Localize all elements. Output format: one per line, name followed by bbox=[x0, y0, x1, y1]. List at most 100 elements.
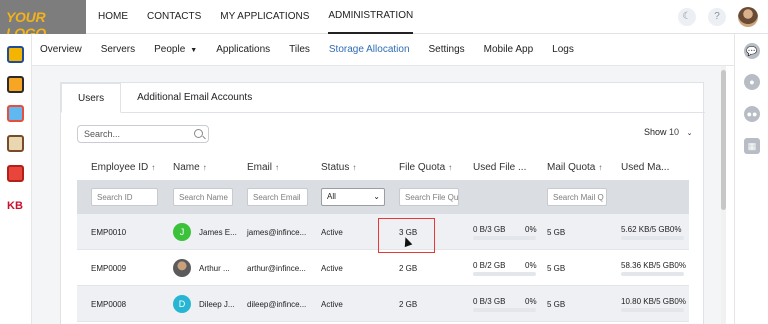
col-used-file[interactable]: Used File ... bbox=[473, 162, 526, 173]
subnav-applications[interactable]: Applications bbox=[216, 44, 270, 55]
calendar-icon[interactable]: ▦ bbox=[744, 138, 760, 154]
search-input[interactable] bbox=[77, 125, 209, 143]
page-size-value: 10 bbox=[669, 127, 680, 137]
group-icon[interactable]: ●● bbox=[744, 106, 760, 122]
cell-email: arthur@infince... bbox=[247, 264, 306, 273]
subnav-mobile-app[interactable]: Mobile App bbox=[484, 44, 533, 55]
avatar: J bbox=[173, 223, 191, 241]
table-header: Employee ID ↑ Name ↑ Email ↑ Status ↑ File Q… bbox=[77, 154, 689, 180]
avatar[interactable] bbox=[738, 7, 758, 27]
sub-nav: Overview Servers People ▼ Applications Ti… bbox=[32, 34, 734, 66]
top-bar: YOUR LOGO HOME CONTACTS MY APPLICATIONS … bbox=[0, 0, 768, 41]
users-panel: Users Additional Email Accounts Show 10 … bbox=[60, 82, 705, 324]
kb-app-icon[interactable]: KB bbox=[7, 200, 23, 212]
show-label: Show bbox=[644, 127, 667, 137]
col-mail-quota[interactable]: Mail Quota ↑ bbox=[547, 162, 602, 173]
page-size-select[interactable]: Show 10 ⌄ bbox=[644, 127, 692, 137]
nav-home[interactable]: HOME bbox=[98, 0, 128, 34]
chevron-down-icon: ⌄ bbox=[373, 192, 380, 201]
cell-name[interactable]: Arthur ... bbox=[199, 264, 230, 273]
cell-employee-id: EMP0009 bbox=[91, 264, 127, 273]
filter-row: All ⌄ bbox=[77, 180, 689, 214]
cell-used-file-pct: 0% bbox=[525, 225, 537, 234]
cell-status: Active bbox=[321, 300, 343, 309]
nav-contacts[interactable]: CONTACTS bbox=[147, 0, 201, 34]
filter-name[interactable] bbox=[173, 188, 233, 206]
cell-name[interactable]: Dileep J... bbox=[199, 300, 235, 309]
logo[interactable]: YOUR LOGO bbox=[0, 0, 86, 41]
col-label: File Quota bbox=[399, 162, 446, 173]
sort-icon: ↑ bbox=[151, 163, 156, 172]
col-label: Status bbox=[321, 162, 350, 173]
scrollbar[interactable] bbox=[721, 66, 726, 324]
table-row[interactable]: EMP0008 D Dileep J... dileep@infince... … bbox=[77, 286, 689, 322]
cell-employee-id: EMP0010 bbox=[91, 228, 127, 237]
cell-used-mail: 10.80 KB/5 GB0% bbox=[621, 297, 686, 306]
filter-email[interactable] bbox=[247, 188, 308, 206]
scrollbar-thumb[interactable] bbox=[721, 70, 726, 210]
col-email[interactable]: Email ↑ bbox=[247, 162, 279, 173]
subnav-settings[interactable]: Settings bbox=[429, 44, 465, 55]
moon-icon[interactable]: ☾ bbox=[678, 8, 696, 26]
sort-icon: ↑ bbox=[202, 163, 207, 172]
used-mail-progress-bar bbox=[621, 236, 684, 240]
content-area: Users Additional Email Accounts Show 10 … bbox=[32, 66, 721, 324]
col-label: Email bbox=[247, 162, 273, 173]
subnav-logs[interactable]: Logs bbox=[552, 44, 574, 55]
col-file-quota[interactable]: File Quota ↑ bbox=[399, 162, 452, 173]
tab-additional-email-accounts[interactable]: Additional Email Accounts bbox=[121, 83, 268, 113]
folder-app-icon[interactable] bbox=[7, 76, 24, 93]
col-used-mail[interactable]: Used Ma... bbox=[621, 162, 669, 173]
gallery-app-icon[interactable] bbox=[7, 165, 24, 182]
cell-status: Active bbox=[321, 228, 343, 237]
filter-status-value: All bbox=[327, 192, 336, 201]
cell-used-file-pct: 0% bbox=[525, 261, 537, 270]
chevron-down-icon: ▼ bbox=[190, 47, 198, 54]
notes-app-icon[interactable] bbox=[7, 46, 24, 63]
cell-name[interactable]: James E... bbox=[199, 228, 237, 237]
col-name[interactable]: Name ↑ bbox=[173, 162, 207, 173]
filter-file-quota[interactable] bbox=[399, 188, 459, 206]
nav-my-applications[interactable]: MY APPLICATIONS bbox=[220, 0, 309, 34]
sort-icon: ↑ bbox=[448, 163, 453, 172]
filter-status-select[interactable]: All ⌄ bbox=[321, 188, 385, 206]
subnav-people[interactable]: People ▼ bbox=[154, 44, 197, 55]
help-icon[interactable]: ? bbox=[708, 8, 726, 26]
cell-file-quota[interactable]: 2 GB bbox=[399, 264, 417, 273]
subnav-overview[interactable]: Overview bbox=[40, 44, 82, 55]
left-rail: KB bbox=[0, 34, 32, 324]
cell-used-file: 0 B/3 GB bbox=[473, 297, 506, 306]
right-rail: 💬 ● ●● ▦ bbox=[734, 34, 768, 324]
user-icon[interactable]: ● bbox=[744, 74, 760, 90]
subnav-storage-allocation[interactable]: Storage Allocation bbox=[329, 44, 410, 55]
sort-icon: ↑ bbox=[275, 163, 280, 172]
sort-icon: ↑ bbox=[352, 163, 357, 172]
calendar-app-icon[interactable] bbox=[7, 105, 24, 122]
filter-mail-quota[interactable] bbox=[547, 188, 607, 206]
table-row[interactable]: EMP0009 Arthur ... arthur@infince... Act… bbox=[77, 250, 689, 286]
search-icon[interactable] bbox=[194, 129, 203, 138]
tasks-app-icon[interactable] bbox=[7, 135, 24, 152]
cell-email: dileep@infince... bbox=[247, 300, 307, 309]
col-label: Mail Quota bbox=[547, 162, 596, 173]
used-file-progress-bar bbox=[473, 272, 536, 276]
subnav-people-label: People bbox=[154, 44, 186, 55]
cell-used-mail: 5.62 KB/5 GB0% bbox=[621, 225, 682, 234]
col-employee-id[interactable]: Employee ID ↑ bbox=[91, 162, 155, 173]
cell-file-quota[interactable]: 2 GB bbox=[399, 300, 417, 309]
subnav-tiles[interactable]: Tiles bbox=[289, 44, 310, 55]
used-mail-progress-bar bbox=[621, 272, 684, 276]
chevron-down-icon: ⌄ bbox=[686, 130, 693, 137]
used-file-progress-bar bbox=[473, 308, 536, 312]
cell-mail-quota: 5 GB bbox=[547, 264, 566, 273]
col-status[interactable]: Status ↑ bbox=[321, 162, 356, 173]
cell-mail-quota: 5 GB bbox=[547, 228, 566, 237]
subnav-servers[interactable]: Servers bbox=[101, 44, 135, 55]
tab-users[interactable]: Users bbox=[61, 83, 122, 113]
filter-employee-id[interactable] bbox=[91, 188, 158, 206]
chat-icon[interactable]: 💬 bbox=[744, 43, 760, 59]
col-label: Employee ID bbox=[91, 162, 149, 173]
cell-used-file: 0 B/3 GB bbox=[473, 225, 506, 234]
nav-administration[interactable]: ADMINISTRATION bbox=[328, 0, 414, 34]
used-mail-progress-bar bbox=[621, 308, 684, 312]
